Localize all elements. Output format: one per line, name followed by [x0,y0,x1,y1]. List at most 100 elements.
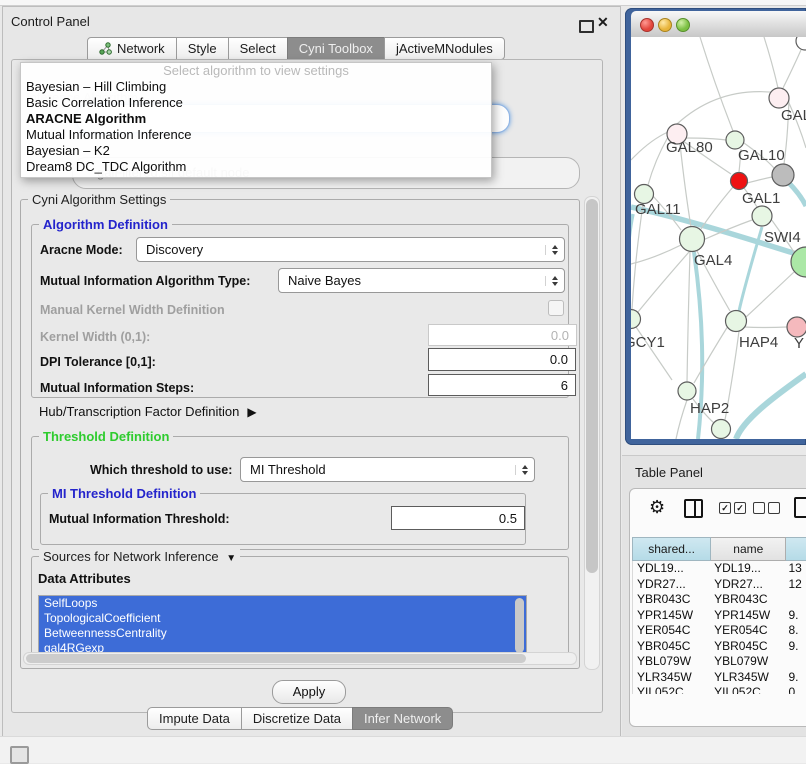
network-node[interactable] [680,227,705,252]
algorithm-option[interactable]: Mutual Information Inference [21,127,491,143]
table-cell: YBR043C [633,592,710,608]
collapse-down-icon[interactable]: ▼ [226,553,236,564]
manual-kernel-width-checkbox[interactable] [548,300,564,316]
table-panel-body: ⚙ ✓ ✓ shared...name YDL19...YDL19...13YD… [629,488,806,727]
document-icon[interactable] [794,497,806,518]
aracne-mode-select[interactable]: Discovery [136,237,565,262]
close-icon[interactable]: ✕ [597,14,609,31]
mi-threshold-group-title: MI Threshold Definition [48,486,200,501]
bottom-tab-bar: Impute DataDiscretize DataInfer Network [147,707,453,730]
tab-network[interactable]: Network [87,37,177,60]
bottom-tab-discretize-data[interactable]: Discretize Data [241,707,353,730]
algorithm-option[interactable]: Basic Correlation Inference [21,95,491,111]
threshold-definition-title: Threshold Definition [39,429,173,444]
bottom-tab-infer-network[interactable]: Infer Network [352,707,453,730]
column-header[interactable]: name [711,537,786,561]
network-canvas[interactable]: GAL7GAL80GAL10GAL1SWI4GAL11GAL4GCY1HAP4Y… [631,37,806,439]
network-node[interactable] [752,206,772,226]
table-cell: YPR145W [633,608,710,624]
bottom-tab-impute-data[interactable]: Impute Data [147,707,242,730]
stepper-icon [515,465,528,475]
network-window-titlebar[interactable] [631,11,806,38]
attribute-list-scrollbar[interactable] [515,598,524,653]
network-node[interactable] [796,37,806,50]
table-row[interactable]: YBR043CYBR043C [633,592,806,608]
mi-steps-label: Mutual Information Steps: [40,381,194,395]
dpi-tolerance-input[interactable]: 0.0 [428,348,576,371]
network-node[interactable] [769,88,789,108]
control-panel-window: Control Panel ✕ Network StyleSelectCyni T… [2,6,621,737]
mi-threshold-input[interactable]: 0.5 [391,506,525,530]
tab-style[interactable]: Style [176,37,229,60]
network-node-label: HAP4 [739,334,778,351]
cyni-toolbox-panel: Inference Algorithm galFiltered.sif defa… [11,59,603,713]
kernel-width-input[interactable]: 0.0 [428,324,577,346]
table-row[interactable]: YDR27...YDR27...12 [633,577,806,593]
network-node[interactable] [787,317,806,337]
sources-title-text: Sources for Network Inference [43,549,219,564]
network-node[interactable] [678,382,696,400]
network-node[interactable] [631,310,641,329]
table-panel-title: Table Panel [635,465,703,480]
data-attributes-label: Data Attributes [38,571,131,586]
deselect-all-icon[interactable] [753,502,780,514]
settings-horizontal-scrollbar-thumb[interactable] [26,654,526,663]
table-row[interactable]: YER054CYER054C8. [633,623,806,639]
table-row[interactable]: YBR045CYBR045C9. [633,639,806,655]
data-attribute-item[interactable]: BetweennessCentrality [39,626,526,641]
network-node-label: HAP2 [690,400,729,417]
settings-group-title: Cyni Algorithm Settings [28,192,170,207]
minimize-traffic-light-icon[interactable] [658,18,672,32]
close-traffic-light-icon[interactable] [640,18,654,32]
threshold-definition-group: Threshold Definition Which threshold to … [31,436,569,550]
network-node[interactable] [712,420,731,439]
data-attribute-item[interactable]: TopologicalCoefficient [39,611,526,626]
which-threshold-select[interactable]: MI Threshold [240,457,535,482]
algorithm-dropdown-placeholder: Select algorithm to view settings [21,63,491,79]
table-row[interactable]: YDL19...YDL19...13 [633,561,806,577]
node-attribute-table: shared...name YDL19...YDL19...13YDR27...… [632,537,806,719]
column-header[interactable]: shared... [632,537,711,561]
hub-definition-toggle[interactable]: Hub/Transcription Factor Definition▶ [39,404,257,419]
settings-vertical-scrollbar-thumb[interactable] [586,199,598,573]
control-panel-title: Control Panel [11,14,90,29]
zoom-traffic-light-icon[interactable] [676,18,690,32]
apply-button[interactable]: Apply [272,680,346,704]
algorithm-option[interactable]: Dream8 DC_TDC Algorithm [21,159,491,175]
kernel-width-label: Kernel Width (0,1): [40,330,150,344]
which-threshold-label: Which threshold to use: [90,463,232,477]
table-row[interactable]: YBL079WYBL079W [633,654,806,670]
network-node-label: GAL80 [666,139,713,156]
gear-icon[interactable]: ⚙ [649,497,665,518]
unchecked-box-icon [753,502,765,514]
table-row[interactable]: YPR145WYPR145W9. [633,608,806,624]
select-all-icon[interactable]: ✓ ✓ [719,502,746,514]
settings-vertical-scrollbar[interactable] [584,196,600,670]
data-attribute-item[interactable]: SelfLoops [39,596,526,611]
tab-cyni-toolbox[interactable]: Cyni Toolbox [287,37,385,60]
float-window-icon[interactable] [579,20,594,33]
table-row[interactable]: YLR345WYLR345W9. [633,670,806,686]
network-node[interactable] [731,173,748,190]
table-row[interactable]: YIL052CYIL052C0. [633,685,806,694]
table-cell: YLR345W [633,670,710,686]
mi-steps-input[interactable]: 6 [428,374,576,396]
settings-horizontal-scrollbar[interactable] [23,652,577,665]
mi-algorithm-type-select[interactable]: Naive Bayes [278,268,565,293]
table-cell: 9. [784,608,806,624]
network-node[interactable] [726,311,747,332]
tab-label: Network [117,38,165,59]
cyni-algorithm-settings-group: Cyni Algorithm Settings Algorithm Defini… [20,199,580,669]
algorithm-option[interactable]: Bayesian – K2 [21,143,491,159]
algorithm-option[interactable]: Bayesian – Hill Climbing [21,79,491,95]
tab-jactivemnodules[interactable]: jActiveMNodules [384,37,505,60]
column-header[interactable] [786,537,806,561]
table-cell: YDL19... [710,561,784,577]
network-node[interactable] [772,164,794,186]
algorithm-option[interactable]: ARACNE Algorithm [21,111,491,127]
network-node-label: GAL1 [742,190,780,207]
table-cell: 8. [784,623,806,639]
background-window-icon[interactable] [10,746,29,764]
tab-select[interactable]: Select [228,37,288,60]
columns-icon[interactable] [684,499,703,518]
